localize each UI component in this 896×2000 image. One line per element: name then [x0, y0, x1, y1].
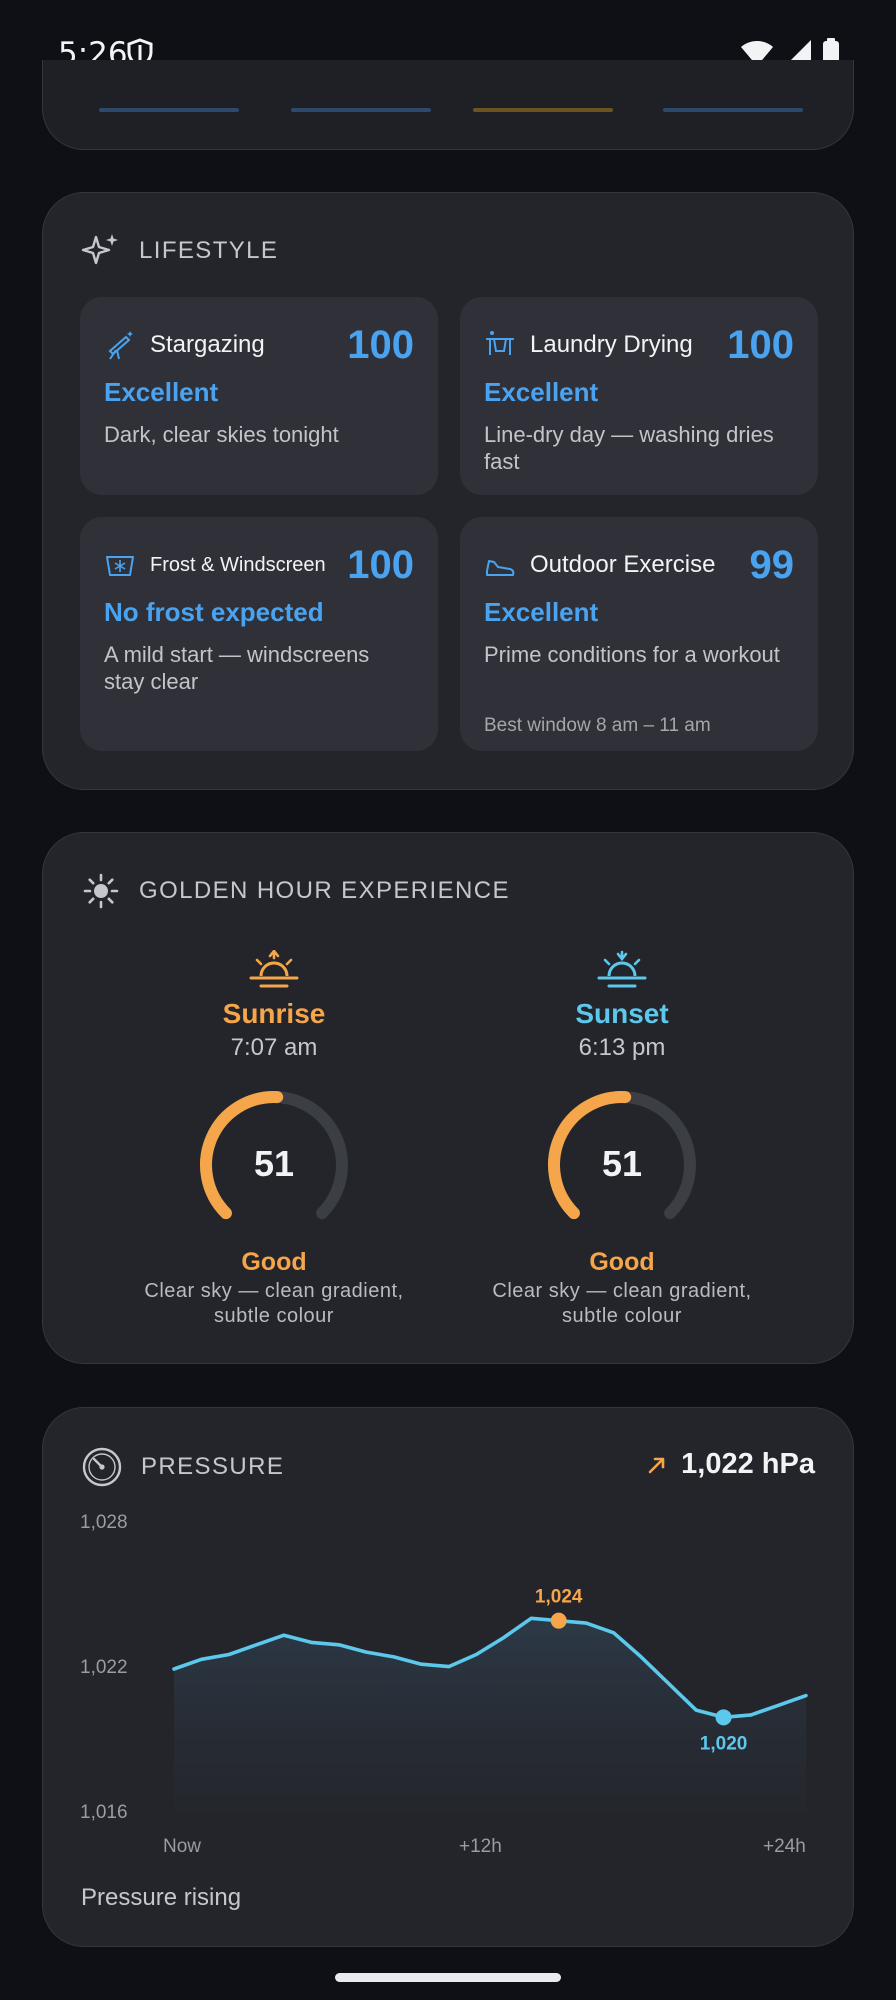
sunrise-column: Sunrise 7:07 am: [124, 950, 424, 1062]
pressure-card[interactable]: PRESSURE 1,022 hPa Pressure rising: [42, 1407, 854, 1947]
tile-description: Line-dry day — washing dries fast: [484, 422, 774, 474]
pressure-current: 1,022 hPa: [647, 1448, 815, 1481]
x-tick-label: +12h: [459, 1836, 502, 1857]
frost-windscreen-tile[interactable]: Frost & Windscreen 100 No frost expected…: [80, 517, 438, 751]
sunrise-icon: [249, 950, 299, 988]
tile-score: 99: [749, 542, 795, 587]
pressure-value: 1,022 hPa: [681, 1448, 815, 1480]
sunset-icon: [597, 950, 647, 988]
tile-rating: No frost expected: [104, 597, 324, 627]
bar-fragment: [99, 108, 239, 112]
pressure-title: PRESSURE: [141, 1453, 285, 1480]
stargazing-tile[interactable]: Stargazing 100 Excellent Dark, clear ski…: [80, 297, 438, 495]
tile-rating: Excellent: [484, 377, 599, 407]
sun-icon: [83, 873, 119, 909]
barometer-icon: [82, 1447, 122, 1487]
bar-fragment: [291, 108, 431, 112]
trend-up-arrow-icon: [648, 1457, 665, 1473]
tile-name: Outdoor Exercise: [530, 551, 716, 578]
sunset-score: 51: [601, 1143, 643, 1184]
tile-score: 100: [347, 322, 414, 367]
tile-description: Dark, clear skies tonight: [104, 422, 339, 447]
tile-rating: Excellent: [484, 597, 599, 627]
x-tick-label: +24h: [763, 1836, 806, 1857]
tile-score: 100: [727, 322, 794, 367]
golden-hour-header: GOLDEN HOUR EXPERIENCE: [81, 871, 510, 911]
sunset-label: Sunset: [575, 998, 669, 1029]
y-tick-label: 1,028: [80, 1512, 128, 1533]
outdoor-exercise-tile[interactable]: Outdoor Exercise 99 Excellent Prime cond…: [460, 517, 818, 751]
sparkles-icon: [81, 234, 118, 265]
sunrise-description: Clear sky — clean gradient, subtle colou…: [144, 1280, 404, 1327]
tile-name: Stargazing: [150, 331, 265, 358]
tile-name: Frost & Windscreen: [150, 553, 326, 576]
sunset-rating: Good: [589, 1248, 655, 1276]
tile-best-window: Best window 8 am – 11 am: [484, 715, 711, 736]
tile-name: Laundry Drying: [530, 331, 693, 358]
y-tick-label: 1,016: [80, 1802, 128, 1823]
pressure-header: PRESSURE: [81, 1446, 284, 1488]
lifestyle-header: LIFESTYLE: [81, 231, 278, 271]
pressure-trend-text: Pressure rising: [81, 1884, 242, 1911]
sunrise-time: 7:07 am: [230, 1034, 318, 1061]
previous-card-bottom: [42, 60, 854, 150]
laundry-icon: [486, 331, 514, 355]
y-tick-label: 1,022: [80, 1657, 128, 1678]
tile-description: A mild start — windscreens stay clear: [104, 642, 370, 694]
sunrise-score: 51: [253, 1143, 295, 1184]
telescope-icon: [108, 331, 133, 360]
lifestyle-title: LIFESTYLE: [139, 237, 279, 264]
sunset-description: Clear sky — clean gradient, subtle colou…: [492, 1280, 752, 1327]
home-indicator[interactable]: [335, 1973, 561, 1982]
running-shoe-icon: [486, 560, 515, 576]
bar-fragment: [663, 108, 803, 112]
sunset-column: Sunset 6:13 pm: [472, 950, 772, 1062]
sunrise-rating: Good: [241, 1248, 307, 1276]
sunset-time: 6:13 pm: [578, 1034, 666, 1061]
bar-fragment: [473, 108, 613, 112]
tile-rating: Excellent: [104, 377, 219, 407]
golden-hour-title: GOLDEN HOUR EXPERIENCE: [139, 877, 510, 904]
x-tick-label: Now: [163, 1836, 202, 1857]
tile-score: 100: [347, 542, 414, 587]
tile-description: Prime conditions for a workout: [484, 642, 780, 667]
windscreen-frost-icon: [106, 556, 134, 576]
laundry-drying-tile[interactable]: Laundry Drying 100 Excellent Line-dry da…: [460, 297, 818, 495]
lifestyle-card[interactable]: LIFESTYLE Stargazing 100 Excellent Dark,…: [42, 192, 854, 790]
sunrise-label: Sunrise: [222, 998, 326, 1029]
